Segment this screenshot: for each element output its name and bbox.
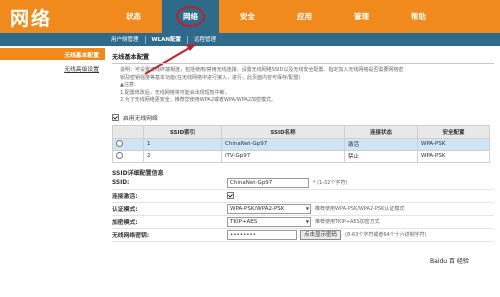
ssid-hint: * (1-32个字符) xyxy=(313,180,348,186)
ssid-name: iTV-Gp97 xyxy=(221,149,345,163)
col-header-ssid-index: SSID索引 xyxy=(143,124,222,139)
ssid-label: SSID: xyxy=(112,179,130,186)
encryption-select[interactable]: TKIP+AES xyxy=(227,216,311,227)
enable-wireless-label: 启用无线网络 xyxy=(123,115,158,122)
key-hint: (8-63个字符或者64个十六进制字符) xyxy=(345,232,427,238)
main-content: 无线基本配置 说明：可设置无线终端相连，包括使用/禁用无线连接、设置无线网络SS… xyxy=(112,52,494,242)
connect-row: 连接激活: xyxy=(112,190,494,203)
connect-label: 连接激活: xyxy=(112,194,138,200)
detail-title: SSID详细配置信息 xyxy=(112,169,164,177)
desc-line: ▲注意: xyxy=(120,82,136,88)
ssid-row: SSID: ChinaNet-Gp97 * (1-32个字符) xyxy=(112,177,494,190)
table-row[interactable]: 2 iTV-Gp97 禁止 WPA-PSK xyxy=(112,149,490,163)
show-password-button[interactable]: 点击显示密码 xyxy=(300,229,342,240)
auth-mode-select[interactable]: WPA-PSK/WPA2-PSK xyxy=(227,203,311,214)
ssid-name: ChinaNet-Gp97 xyxy=(221,137,345,151)
ssid-security: WPA-PSK xyxy=(417,137,490,151)
enc-label: 加密模式: xyxy=(112,220,138,226)
enc-hint: 推荐使用TKIP+AES加密方式 xyxy=(315,219,380,225)
auth-label: 认证模式: xyxy=(112,207,138,213)
ssid-table: SSID索引 SSID名称 连接状态 安全配置 1 ChinaNet-Gp97 … xyxy=(112,124,490,163)
key-row: 无线网络密钥: •••••••• 点击显示密码 (8-63个字符或者64个十六进… xyxy=(112,229,494,242)
desc-line: 说明：可设置无线终端相连，包括使用/禁用无线连接、设置无线网络SSID以及无线安… xyxy=(120,67,404,73)
desc-line: 1.配置修改后，无线网络将可能会出现短暂中断。 xyxy=(120,89,230,96)
ssid-status: 禁止 xyxy=(344,149,418,163)
col-header-select xyxy=(112,124,144,139)
auth-hint: 推荐使用WPA-PSK/WPA2-PSK认证模式 xyxy=(315,206,405,212)
col-header-status: 连接状态 xyxy=(344,124,418,139)
desc-line: 钥及密钥强度等基本功能(在无线网络中进行接入，进行，此页面内容可保存/配置) xyxy=(120,74,301,81)
ssid-input[interactable]: ChinaNet-Gp97 xyxy=(227,177,309,188)
table-header-row: SSID索引 SSID名称 连接状态 安全配置 xyxy=(112,124,490,139)
row-radio[interactable] xyxy=(112,137,144,151)
ssid-security: WPA-PSK xyxy=(417,149,490,163)
ssid-index: 1 xyxy=(143,137,222,151)
row-radio[interactable] xyxy=(112,149,144,163)
section-title: 无线基本配置 xyxy=(112,52,494,64)
enable-wireless-checkbox[interactable] xyxy=(112,113,119,121)
wireless-key-input[interactable]: •••••••• xyxy=(227,229,297,240)
watermark: Baidu 百 经验 xyxy=(430,258,469,265)
ssid-index: 2 xyxy=(143,149,222,163)
connect-checkbox[interactable] xyxy=(227,192,234,199)
enc-row: 加密模式: TKIP+AES 推荐使用TKIP+AES加密方式 xyxy=(112,216,494,229)
desc-line: 2.为了无线网络更安全，推荐您使用WPA2或者WPA/WPA2加密模式。 xyxy=(120,97,276,103)
table-row[interactable]: 1 ChinaNet-Gp97 激活 WPA-PSK xyxy=(112,137,490,151)
ssid-status: 激活 xyxy=(344,137,418,151)
description: 说明：可设置无线终端相连，包括使用/禁用无线连接、设置无线网络SSID以及无线安… xyxy=(120,67,485,105)
auth-row: 认证模式: WPA-PSK/WPA2-PSK 推荐使用WPA-PSK/WPA2-… xyxy=(112,203,494,216)
col-header-ssid-name: SSID名称 xyxy=(221,124,345,139)
col-header-security: 安全配置 xyxy=(417,124,490,139)
key-label: 无线网络密钥: xyxy=(112,233,150,239)
enable-wireless-row: 启用无线网络 xyxy=(112,113,494,122)
